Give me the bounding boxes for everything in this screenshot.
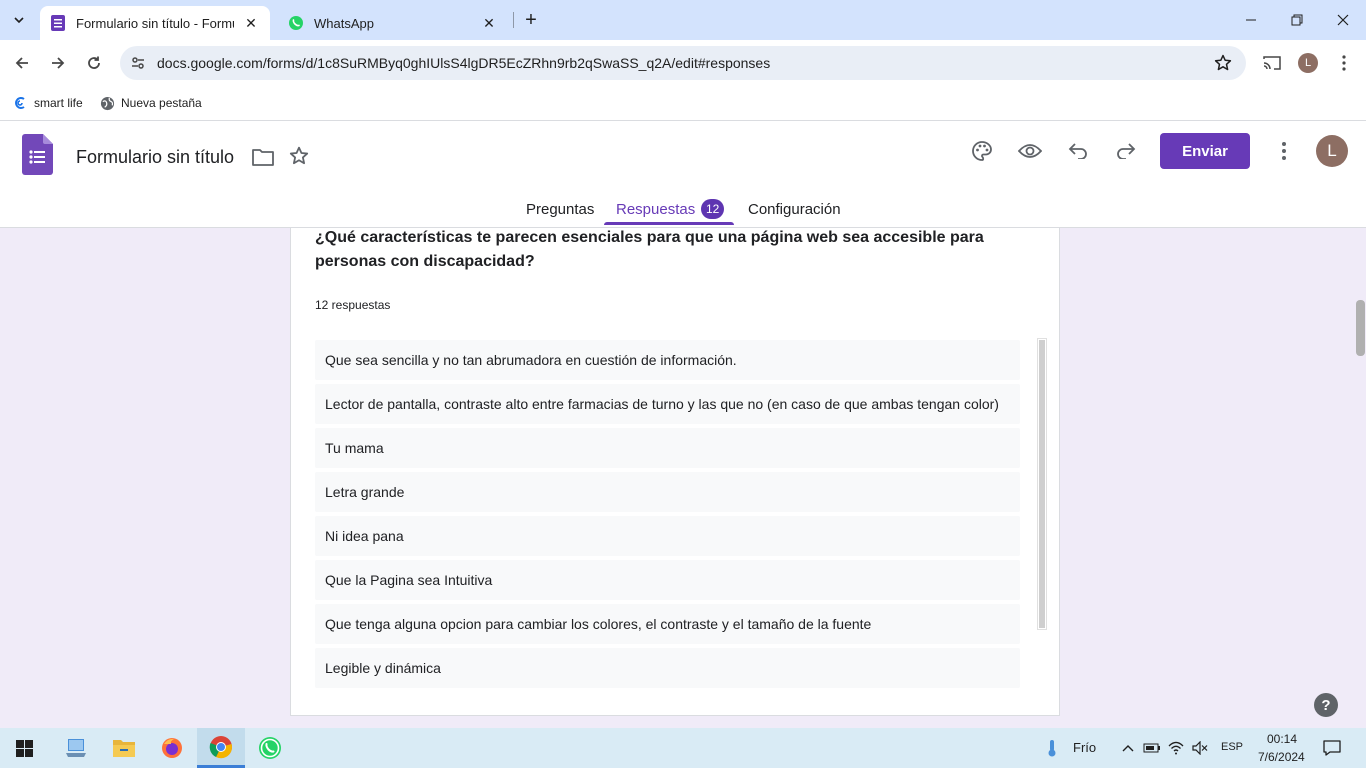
battery-icon[interactable] [1142,738,1162,758]
reload-icon[interactable] [80,49,108,77]
tab-responses[interactable]: Respuestas [616,201,695,218]
forward-arrow-icon[interactable] [44,49,72,77]
response-item: Que sea sencilla y no tan abrumadora en … [315,340,1020,380]
bookmark-label: smart life [34,96,83,110]
weather-icon[interactable] [1042,738,1062,758]
chrome-icon[interactable] [197,728,245,768]
page-scrollbar-thumb[interactable] [1356,300,1365,356]
clock-time[interactable]: 00:14 [1267,732,1297,746]
browser-tab-whatsapp[interactable]: WhatsApp ✕ [278,6,508,40]
responses-scrollbar-thumb[interactable] [1039,340,1045,628]
browser-tab-forms[interactable]: Formulario sin título - Formular ✕ [40,6,270,40]
browser-tab-strip: Formulario sin título - Formular ✕ Whats… [0,0,1366,40]
response-item: Lector de pantalla, contraste alto entre… [315,384,1020,424]
customize-theme-palette-icon[interactable] [968,137,996,165]
show-hidden-icons-chevron-icon[interactable] [1118,738,1138,758]
responses-list: Que sea sencilla y no tan abrumadora en … [315,340,1020,692]
whatsapp-icon [288,15,304,31]
tab-questions[interactable]: Preguntas [526,201,594,218]
more-options-icon[interactable] [1270,137,1298,165]
minimize-window-icon[interactable] [1228,0,1274,40]
response-item: Letra grande [315,472,1020,512]
volume-muted-icon[interactable] [1190,738,1210,758]
response-count: 12 respuestas [315,298,391,312]
this-pc-icon[interactable] [52,728,100,768]
cast-icon[interactable] [1258,49,1286,77]
whatsapp-taskbar-icon[interactable] [246,728,294,768]
browser-menu-icon[interactable] [1330,49,1358,77]
response-item: Ni idea pana [315,516,1020,556]
bookmark-star-icon[interactable] [1214,54,1232,72]
wifi-icon[interactable] [1166,738,1186,758]
redo-icon[interactable] [1112,137,1140,165]
profile-avatar: L [1298,53,1318,73]
forms-tabs: Preguntas Respuestas 12 Configuración [0,189,1366,227]
close-window-icon[interactable] [1320,0,1366,40]
tab-title: WhatsApp [314,15,374,31]
bookmark-smart-life[interactable]: smart life [12,92,83,114]
notifications-icon[interactable] [1322,738,1342,758]
response-item: Que la Pagina sea Intuitiva [315,560,1020,600]
bookmark-label: Nueva pestaña [121,96,202,110]
send-button[interactable]: Enviar [1160,133,1250,169]
smart-life-icon [12,95,28,111]
tab-title: Formulario sin título - Formular [76,15,234,31]
browser-toolbar: docs.google.com/forms/d/1c8SuRMByq0ghIUl… [0,40,1366,86]
windows-start-icon[interactable] [0,728,48,768]
google-forms-icon [50,15,66,31]
question-summary-card: ¿Qué características te parecen esencial… [290,228,1060,716]
tab-separator [513,12,514,28]
undo-icon[interactable] [1064,137,1092,165]
windows-taskbar: Frío ESP 00:14 7/6/2024 [0,728,1366,768]
clock-date[interactable]: 7/6/2024 [1258,750,1305,764]
active-tab-indicator [604,222,734,225]
close-tab-icon[interactable]: ✕ [242,14,260,32]
back-arrow-icon[interactable] [8,49,36,77]
help-icon[interactable]: ? [1314,693,1338,717]
responses-count-badge: 12 [701,199,725,219]
response-item: Que tenga alguna opcion para cambiar los… [315,604,1020,644]
url-text[interactable]: docs.google.com/forms/d/1c8SuRMByq0ghIUl… [157,55,770,71]
restore-window-icon[interactable] [1274,0,1320,40]
responses-scrollbar[interactable] [1037,338,1047,630]
tab-search-chevron-icon[interactable] [6,8,32,32]
question-title: ¿Qué características te parecen esencial… [315,229,984,270]
response-item: Legible y dinámica [315,648,1020,688]
move-to-folder-icon[interactable] [249,143,277,171]
globe-icon [99,95,115,111]
profile-button[interactable]: L [1294,49,1322,77]
preview-eye-icon[interactable] [1016,137,1044,165]
response-item: Tu mama [315,428,1020,468]
tab-settings[interactable]: Configuración [748,201,841,218]
bookmarks-bar: smart life Nueva pestaña [0,86,1366,121]
address-bar[interactable]: docs.google.com/forms/d/1c8SuRMByq0ghIUl… [120,46,1246,80]
google-forms-logo-icon[interactable] [22,134,53,175]
site-settings-icon[interactable] [128,53,148,73]
firefox-icon[interactable] [148,728,196,768]
file-explorer-icon[interactable] [100,728,148,768]
account-avatar[interactable]: L [1316,135,1348,167]
new-tab-button[interactable]: + [519,8,543,32]
close-tab-icon[interactable]: ✕ [480,14,498,32]
forms-header: Formulario sin título Enviar L Preguntas… [0,121,1366,228]
language-indicator[interactable]: ESP [1221,741,1243,753]
star-icon[interactable] [285,142,313,170]
weather-label[interactable]: Frío [1073,740,1096,755]
bookmark-nueva-pestana[interactable]: Nueva pestaña [99,92,202,114]
form-title[interactable]: Formulario sin título [76,147,234,168]
